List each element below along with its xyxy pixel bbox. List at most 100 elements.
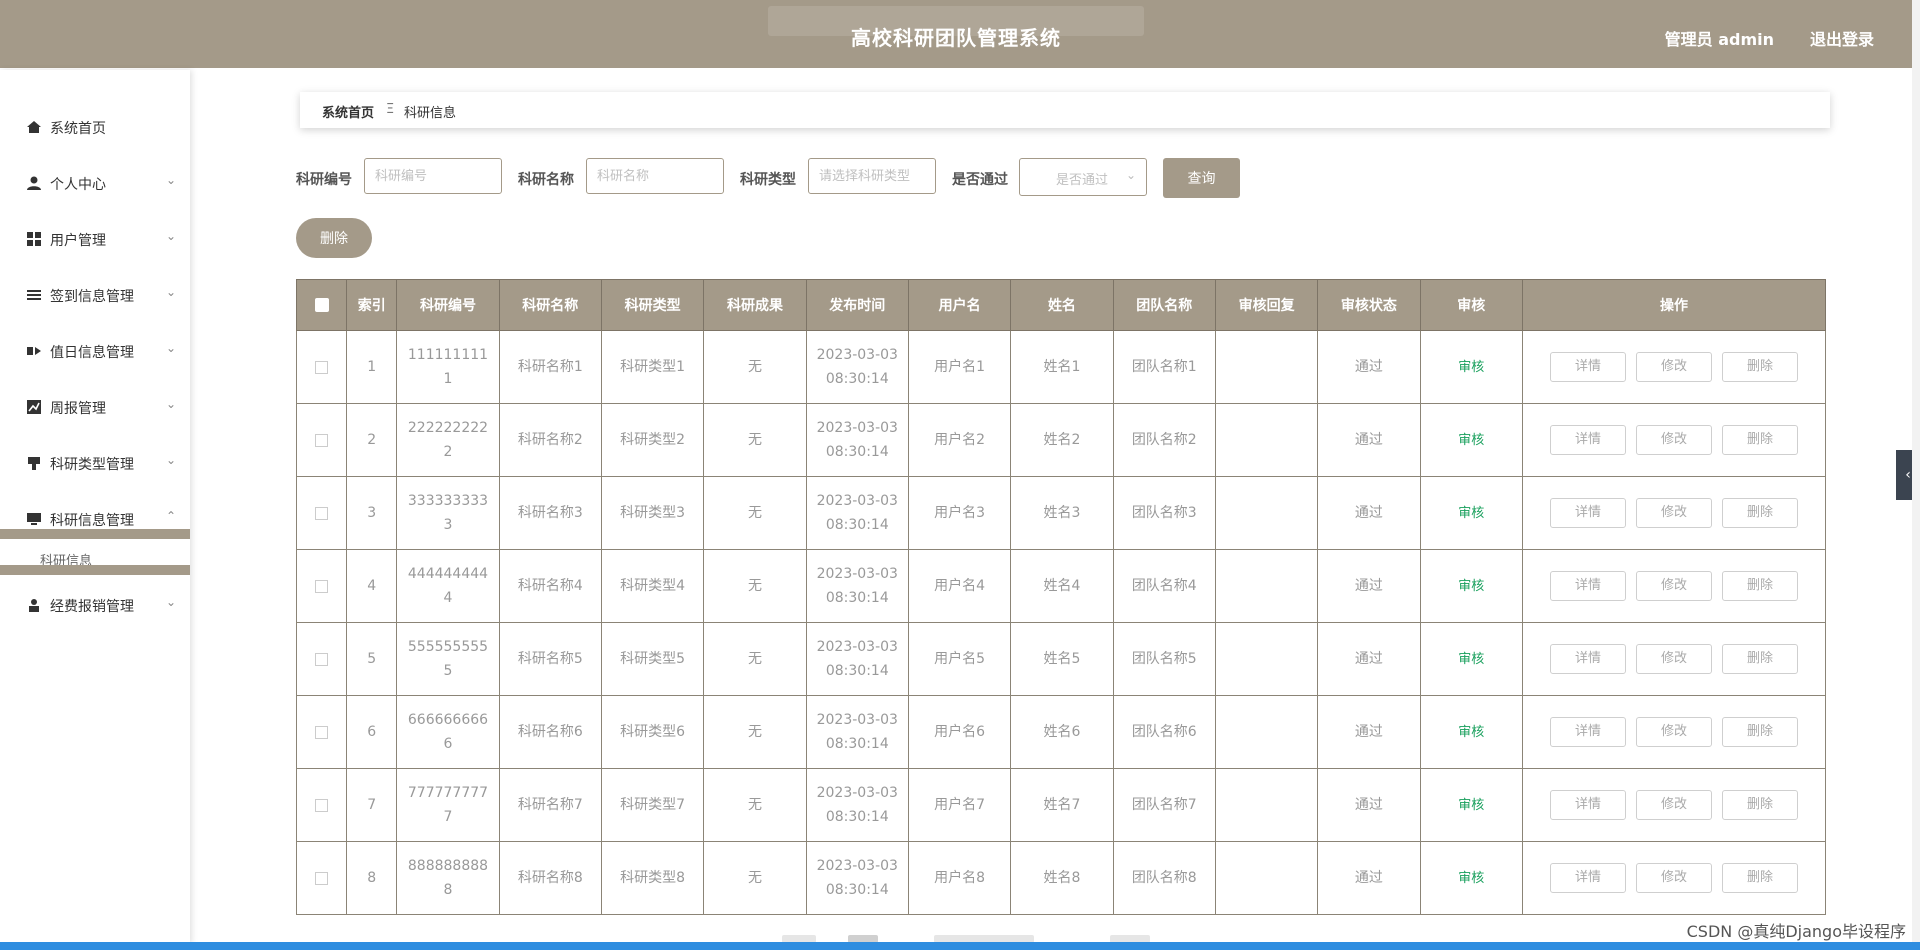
flag-icon [28, 457, 40, 470]
sidebar-item-duty[interactable]: 值日信息管理 ⌄ [0, 331, 190, 371]
delete-button[interactable]: 删除 [1721, 571, 1798, 601]
cell-publish-time: 2023-03-03 08:30:14 [805, 403, 909, 477]
detail-button[interactable]: 详情 [1549, 863, 1626, 893]
detail-button[interactable]: 详情 [1549, 790, 1626, 820]
sidebar-item-weekly[interactable]: 周报管理 ⌄ [0, 387, 190, 427]
edit-button[interactable]: 修改 [1635, 790, 1712, 820]
audit-link[interactable]: 审核 [1458, 579, 1484, 594]
audit-link[interactable]: 审核 [1458, 433, 1484, 448]
cell-status: 通过 [1317, 695, 1421, 769]
table-row[interactable]: 5 5555555555 科研名称5 科研类型5 无 2023-03-03 08:30:14… [295, 622, 1827, 696]
cell-username: 用户名6 [907, 695, 1012, 769]
chevron-down-icon: ⌄ [165, 397, 176, 411]
cell-username: 用户名5 [907, 622, 1012, 696]
row-checkbox[interactable] [315, 433, 329, 447]
watermark: CSDN @真纯Django毕设程序 [1686, 922, 1906, 941]
chart-icon [27, 400, 41, 414]
cell-status: 通过 [1317, 549, 1421, 623]
breadcrumb-home[interactable]: 系统首页 [322, 102, 374, 121]
cell-type: 科研类型2 [600, 403, 705, 477]
cell-realname: 姓名2 [1010, 403, 1114, 477]
delete-button[interactable]: 删除 [1721, 498, 1798, 528]
delete-button[interactable]: 删除 [1721, 863, 1798, 893]
detail-button[interactable]: 详情 [1549, 425, 1626, 455]
batch-delete-button[interactable]: 删除 [296, 218, 372, 258]
publish-clock: 08:30:14 [825, 590, 889, 606]
edit-button[interactable]: 修改 [1635, 571, 1712, 601]
edit-button[interactable]: 修改 [1635, 717, 1712, 747]
sidebar-item-research-type[interactable]: 科研类型管理 ⌄ [0, 443, 190, 483]
row-checkbox[interactable] [315, 871, 329, 885]
detail-button[interactable]: 详情 [1549, 717, 1626, 747]
audit-link[interactable]: 审核 [1458, 798, 1484, 813]
cell-team: 团队名称6 [1112, 695, 1216, 769]
row-checkbox[interactable] [315, 798, 329, 812]
cell-index: 3 [346, 476, 398, 550]
edit-button[interactable]: 修改 [1635, 425, 1712, 455]
edit-button[interactable]: 修改 [1635, 644, 1712, 674]
breadcrumb-separator: Ξ [386, 102, 395, 117]
delete-button[interactable]: 删除 [1721, 425, 1798, 455]
name-input[interactable] [586, 158, 724, 194]
cell-name: 科研名称7 [498, 768, 602, 842]
row-checkbox[interactable] [315, 360, 329, 374]
table-row[interactable]: 7 7777777777 科研名称7 科研类型7 无 2023-03-03 08:30:14… [295, 768, 1827, 842]
audit-link[interactable]: 审核 [1458, 725, 1484, 740]
sidebar-item-profile[interactable]: 个人中心 ⌄ [0, 163, 190, 203]
delete-button[interactable]: 删除 [1721, 352, 1798, 382]
audit-link[interactable]: 审核 [1458, 506, 1484, 521]
sidebar-item-checkin[interactable]: 签到信息管理 ⌄ [0, 275, 190, 315]
cell-name: 科研名称2 [498, 403, 602, 477]
table-row[interactable]: 1 1111111111 科研名称1 科研类型1 无 2023-03-03 08:30:14… [295, 330, 1827, 404]
edit-button[interactable]: 修改 [1635, 498, 1712, 528]
column-header: 科研名称 [498, 279, 602, 331]
table-row[interactable]: 4 4444444444 科研名称4 科研类型4 无 2023-03-03 08:30:14… [295, 549, 1827, 623]
app-title: 高校科研团队管理系统 [851, 26, 1061, 50]
sidebar-item-reimbursement[interactable]: 经费报销管理 ⌄ [0, 585, 190, 625]
audit-link[interactable]: 审核 [1458, 652, 1484, 667]
sidebar-item-label: 周报管理 [50, 401, 106, 417]
cell-team: 团队名称8 [1112, 841, 1216, 915]
cell-status: 通过 [1317, 476, 1421, 550]
row-checkbox[interactable] [315, 579, 329, 593]
detail-button[interactable]: 详情 [1549, 352, 1626, 382]
audit-link[interactable]: 审核 [1458, 360, 1484, 375]
cell-publish-time: 2023-03-03 08:30:14 [805, 841, 909, 915]
code-input[interactable] [364, 158, 502, 194]
pass-select[interactable]: 是否通过 ⌄ [1019, 158, 1147, 196]
delete-button[interactable]: 删除 [1721, 644, 1798, 674]
type-select[interactable] [808, 158, 936, 194]
table-row[interactable]: 2 2222222222 科研名称2 科研类型2 无 2023-03-03 08:30:14… [295, 403, 1827, 477]
cell-realname: 姓名5 [1010, 622, 1114, 696]
cell-result: 无 [703, 695, 807, 769]
table-row[interactable]: 3 3333333333 科研名称3 科研类型3 无 2023-03-03 08:30:14… [295, 476, 1827, 550]
row-checkbox[interactable] [315, 725, 329, 739]
cell-username: 用户名2 [907, 403, 1012, 477]
query-button[interactable]: 查询 [1163, 158, 1240, 198]
select-all-checkbox[interactable] [314, 298, 329, 312]
sidebar-item-users[interactable]: 用户管理 ⌄ [0, 219, 190, 259]
sidebar-item-home[interactable]: 系统首页 [0, 107, 190, 147]
delete-button[interactable]: 删除 [1721, 717, 1798, 747]
cell-code: 1111111111 [396, 330, 500, 404]
table-row[interactable]: 8 8888888888 科研名称8 科研类型8 无 2023-03-03 08:30:14… [295, 841, 1827, 915]
logout-link[interactable]: 退出登录 [1810, 26, 1874, 50]
detail-button[interactable]: 详情 [1549, 498, 1626, 528]
row-checkbox[interactable] [315, 506, 329, 520]
vertical-scrollbar[interactable] [1912, 0, 1920, 950]
row-checkbox[interactable] [315, 652, 329, 666]
detail-button[interactable]: 详情 [1549, 571, 1626, 601]
breadcrumb-current: 科研信息 [404, 106, 457, 121]
cell-team: 团队名称2 [1112, 403, 1216, 477]
cell-type: 科研类型7 [600, 768, 705, 842]
detail-button[interactable]: 详情 [1549, 644, 1626, 674]
table-row[interactable]: 6 6666666666 科研名称6 科研类型6 无 2023-03-03 08:30:14… [295, 695, 1827, 769]
delete-button[interactable]: 删除 [1721, 790, 1798, 820]
row-select-cell [295, 695, 348, 769]
edit-button[interactable]: 修改 [1635, 863, 1712, 893]
edit-button[interactable]: 修改 [1635, 352, 1712, 382]
column-header: 审核回复 [1214, 279, 1319, 331]
pass-label: 是否通过 [952, 172, 1008, 188]
audit-link[interactable]: 审核 [1458, 871, 1484, 886]
cell-audit: 审核 [1419, 695, 1523, 769]
